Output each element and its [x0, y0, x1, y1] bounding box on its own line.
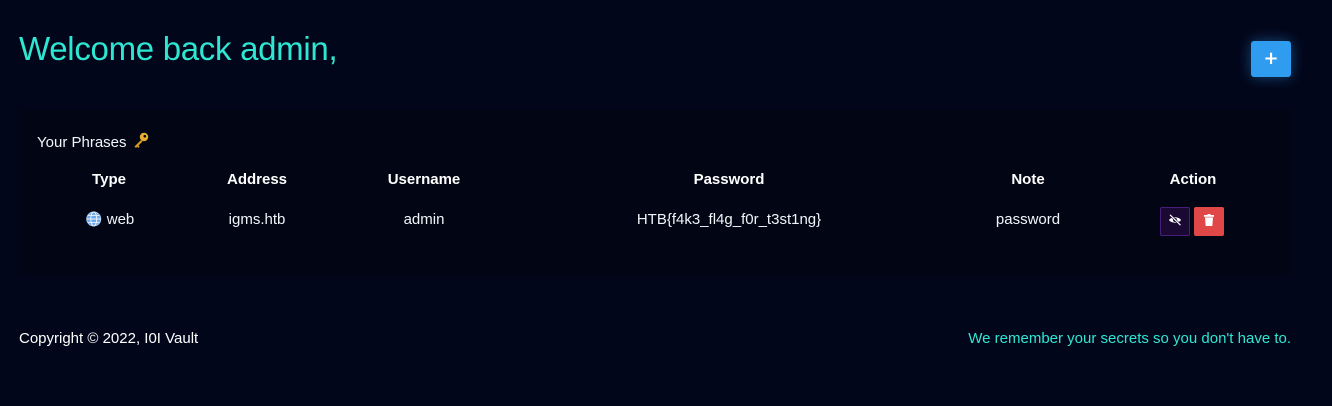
footer-copyright: Copyright © 2022, I0I Vault	[19, 330, 199, 347]
add-phrase-button[interactable]: +	[1251, 41, 1291, 77]
cell-username: admin	[403, 211, 445, 228]
column-header-username: Username	[387, 171, 461, 188]
column-header-action: Action	[1169, 171, 1217, 188]
vault-page: Welcome back admin, + Your Phrases Type …	[0, 0, 1332, 406]
welcome-heading: Welcome back admin,	[19, 30, 338, 67]
column-header-password: Password	[693, 171, 765, 188]
key-icon	[132, 131, 150, 153]
column-header-note: Note	[1011, 171, 1045, 188]
trash-icon	[1204, 214, 1214, 229]
eye-slash-icon	[1168, 214, 1182, 229]
phrases-panel: Your Phrases Type Address Username Passw…	[17, 110, 1290, 275]
phrases-title-text: Your Phrases	[37, 134, 127, 151]
cell-type: web	[86, 211, 135, 231]
phrases-panel-title: Your Phrases	[37, 131, 150, 153]
cell-note: password	[995, 211, 1061, 228]
toggle-visibility-button[interactable]	[1160, 207, 1190, 236]
cell-password: HTB{f4k3_fl4g_f0r_t3st1ng}	[636, 211, 822, 228]
footer-tagline: We remember your secrets so you don't ha…	[968, 330, 1291, 347]
column-header-address: Address	[226, 171, 288, 188]
type-text: web	[106, 211, 135, 228]
delete-phrase-button[interactable]	[1194, 207, 1224, 236]
cell-address: igms.htb	[228, 211, 286, 228]
globe-icon	[86, 211, 102, 231]
column-header-type: Type	[92, 171, 126, 188]
